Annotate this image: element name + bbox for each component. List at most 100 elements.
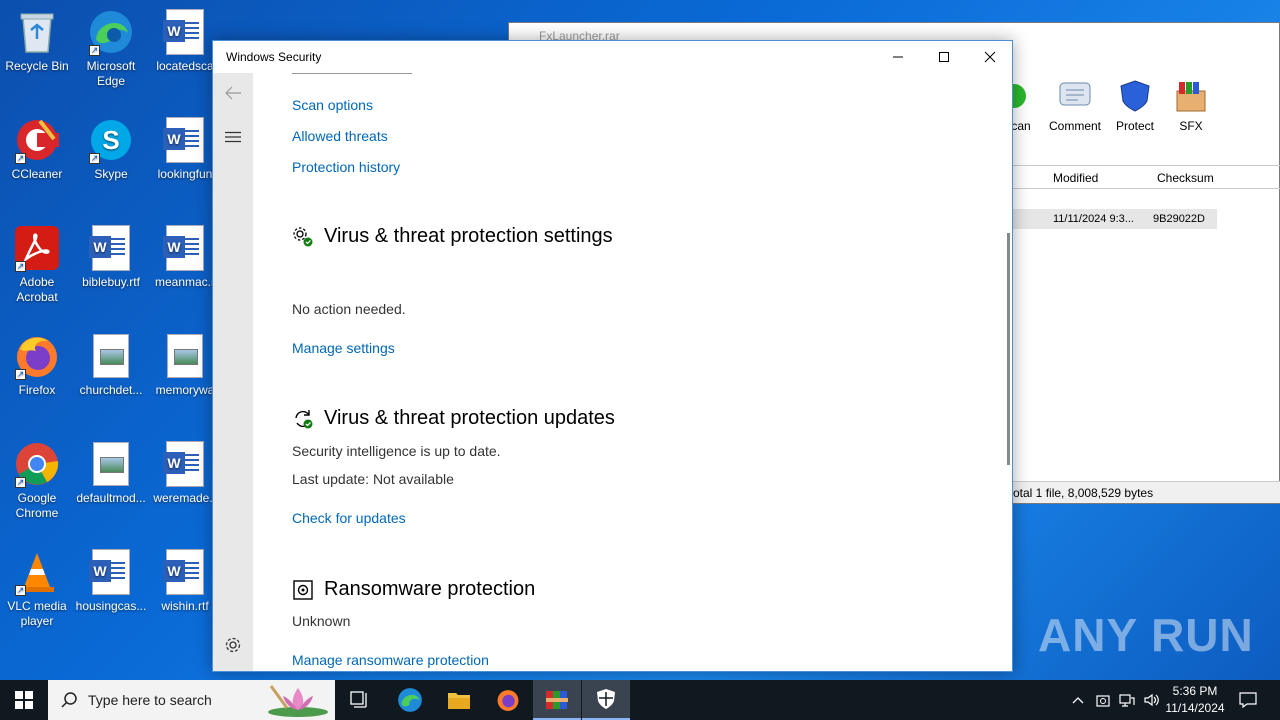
svg-text:S: S: [102, 125, 119, 155]
ransomware-section-heading: Ransomware protection: [292, 578, 535, 601]
desktop-icon-memorywa[interactable]: memorywa: [148, 332, 222, 398]
taskbar: Type here to search 5:36 PM 11/14/2024: [0, 680, 1280, 720]
shield-icon: [597, 689, 615, 709]
anyrun-watermark: ANY RUN: [1038, 609, 1254, 661]
toolbar-protect-button[interactable]: Protect: [1105, 79, 1165, 133]
desktop-icon-label: CCleaner: [11, 167, 63, 181]
shortcut-arrow-icon: ↗: [15, 477, 26, 488]
windows-security-window[interactable]: Windows Security Scan options Allowed th…: [212, 40, 1013, 672]
manage-settings-link[interactable]: Manage settings: [292, 340, 395, 356]
row-checksum: 9B29022D: [1153, 213, 1205, 225]
word-document-icon: W: [161, 8, 209, 56]
menu-button[interactable]: [213, 119, 253, 155]
shortcut-arrow-icon: ↗: [15, 153, 26, 164]
action-center-button[interactable]: [1234, 680, 1262, 720]
start-button[interactable]: [0, 680, 48, 720]
chevron-up-icon: [1072, 697, 1084, 704]
desktop-icon-housingcas[interactable]: W housingcas...: [74, 548, 148, 614]
allowed-threats-link[interactable]: Allowed threats: [292, 128, 388, 144]
speaker-icon: [1144, 693, 1159, 707]
maximize-button[interactable]: [921, 41, 967, 73]
desktop-icon-locatedsca[interactable]: W locatedsca: [148, 8, 222, 74]
taskbar-search-box[interactable]: Type here to search: [48, 680, 335, 720]
word-document-icon: W: [161, 224, 209, 272]
minimize-button[interactable]: [875, 41, 921, 73]
task-view-icon: [350, 691, 367, 708]
desktop-icon-recycle-bin[interactable]: Recycle Bin: [0, 8, 74, 74]
taskbar-edge-button[interactable]: [386, 680, 434, 720]
title-bar[interactable]: Windows Security: [213, 41, 1012, 73]
desktop-icon-label: Google Chrome: [15, 491, 59, 520]
security-sidebar: [213, 73, 253, 671]
column-modified[interactable]: Modified: [1053, 171, 1098, 185]
desktop-icon-biblebuy[interactable]: W biblebuy.rtf: [74, 224, 148, 290]
shortcut-arrow-icon: ↗: [89, 45, 100, 56]
refresh-icon: [292, 408, 314, 430]
shield-icon: [1118, 79, 1152, 113]
desktop-icon-google-chrome[interactable]: ↗ Google Chrome: [0, 440, 74, 521]
winrar-status-bar: otal 1 file, 8,008,529 bytes: [1013, 481, 1280, 503]
desktop-icon-lookingfun[interactable]: W lookingfun: [148, 116, 222, 182]
manage-ransomware-link[interactable]: Manage ransomware protection: [292, 652, 489, 668]
lotus-flower-icon: [268, 685, 328, 717]
network-icon: [1119, 694, 1135, 707]
content-scrollbar[interactable]: [1007, 233, 1010, 465]
file-list-row[interactable]: 11/11/2024 9:3... 9B29022D: [1013, 209, 1217, 229]
taskbar-firefox-button[interactable]: [484, 680, 532, 720]
window-title: Windows Security: [226, 50, 322, 64]
toolbar-sfx-button[interactable]: SFX: [1161, 79, 1221, 133]
desktop-icon-label: Recycle Bin: [5, 59, 69, 73]
vlc-cone-icon: ↗: [13, 548, 61, 596]
folder-icon: [448, 693, 470, 709]
desktop-icon-wishin[interactable]: W wishin.rtf: [148, 548, 222, 614]
desktop-icon-churchdet[interactable]: churchdet...: [74, 332, 148, 398]
close-button[interactable]: [967, 41, 1013, 73]
row-modified: 11/11/2024 9:3...: [1053, 213, 1134, 225]
desktop-icon-label: weremade.r: [153, 491, 217, 505]
show-hidden-icons-button[interactable]: [1068, 680, 1088, 720]
word-document-icon: W: [161, 440, 209, 488]
check-for-updates-link[interactable]: Check for updates: [292, 510, 406, 526]
camera-icon: [1096, 695, 1110, 707]
skype-icon: S ↗: [87, 116, 135, 164]
tray-network-button[interactable]: [1116, 680, 1138, 720]
taskbar-winrar-button[interactable]: [533, 680, 581, 720]
back-arrow-icon: [225, 86, 241, 100]
updates-section-heading: Virus & threat protection updates: [292, 407, 615, 430]
search-icon: [61, 692, 77, 708]
desktop-icon-skype[interactable]: S ↗ Skype: [74, 116, 148, 182]
firefox-icon: ↗: [13, 332, 61, 380]
taskbar-clock[interactable]: 5:36 PM 11/14/2024: [1160, 683, 1230, 717]
desktop-icon-ccleaner[interactable]: ↗ CCleaner: [0, 116, 74, 182]
desktop-icon-vlc[interactable]: ↗ VLC media player: [0, 548, 74, 629]
desktop-icon-adobe-acrobat[interactable]: ↗ Adobe Acrobat: [0, 224, 74, 305]
shortcut-arrow-icon: ↗: [15, 369, 26, 380]
ransomware-heading-text: Ransomware protection: [324, 578, 536, 600]
desktop-icon-label: memorywa: [155, 383, 215, 397]
taskbar-file-explorer-button[interactable]: [435, 680, 483, 720]
sfx-archive-icon: [1174, 79, 1208, 113]
toolbar-comment-button[interactable]: Comment: [1045, 79, 1105, 133]
settings-button[interactable]: [213, 627, 253, 663]
desktop-icon-meanmac[interactable]: W meanmac.r: [148, 224, 222, 290]
windows-logo-icon: [15, 691, 33, 709]
word-document-icon: W: [87, 548, 135, 596]
tray-meet-button[interactable]: [1092, 680, 1114, 720]
tray-volume-button[interactable]: [1140, 680, 1162, 720]
column-checksum[interactable]: Checksum: [1157, 171, 1214, 185]
desktop-icon-label: locatedsca: [156, 59, 214, 73]
clock-date: 11/14/2024: [1165, 701, 1225, 715]
clock-time: 5:36 PM: [1172, 684, 1218, 698]
taskbar-windows-security-button[interactable]: [582, 680, 630, 720]
protection-history-link[interactable]: Protection history: [292, 159, 400, 175]
desktop-icon-weremade[interactable]: W weremade.r: [148, 440, 222, 506]
last-update-text: Last update: Not available: [292, 471, 454, 487]
desktop-icon-firefox[interactable]: ↗ Firefox: [0, 332, 74, 398]
scan-options-link[interactable]: Scan options: [292, 97, 373, 113]
back-button[interactable]: [213, 75, 253, 111]
desktop-icon-defaultmod[interactable]: defaultmod...: [74, 440, 148, 506]
desktop-icon-label: Microsoft Edge: [86, 59, 136, 88]
settings-heading-text: Virus & threat protection settings: [324, 225, 613, 247]
task-view-button[interactable]: [336, 680, 384, 720]
desktop-icon-microsoft-edge[interactable]: ↗ Microsoft Edge: [74, 8, 148, 89]
